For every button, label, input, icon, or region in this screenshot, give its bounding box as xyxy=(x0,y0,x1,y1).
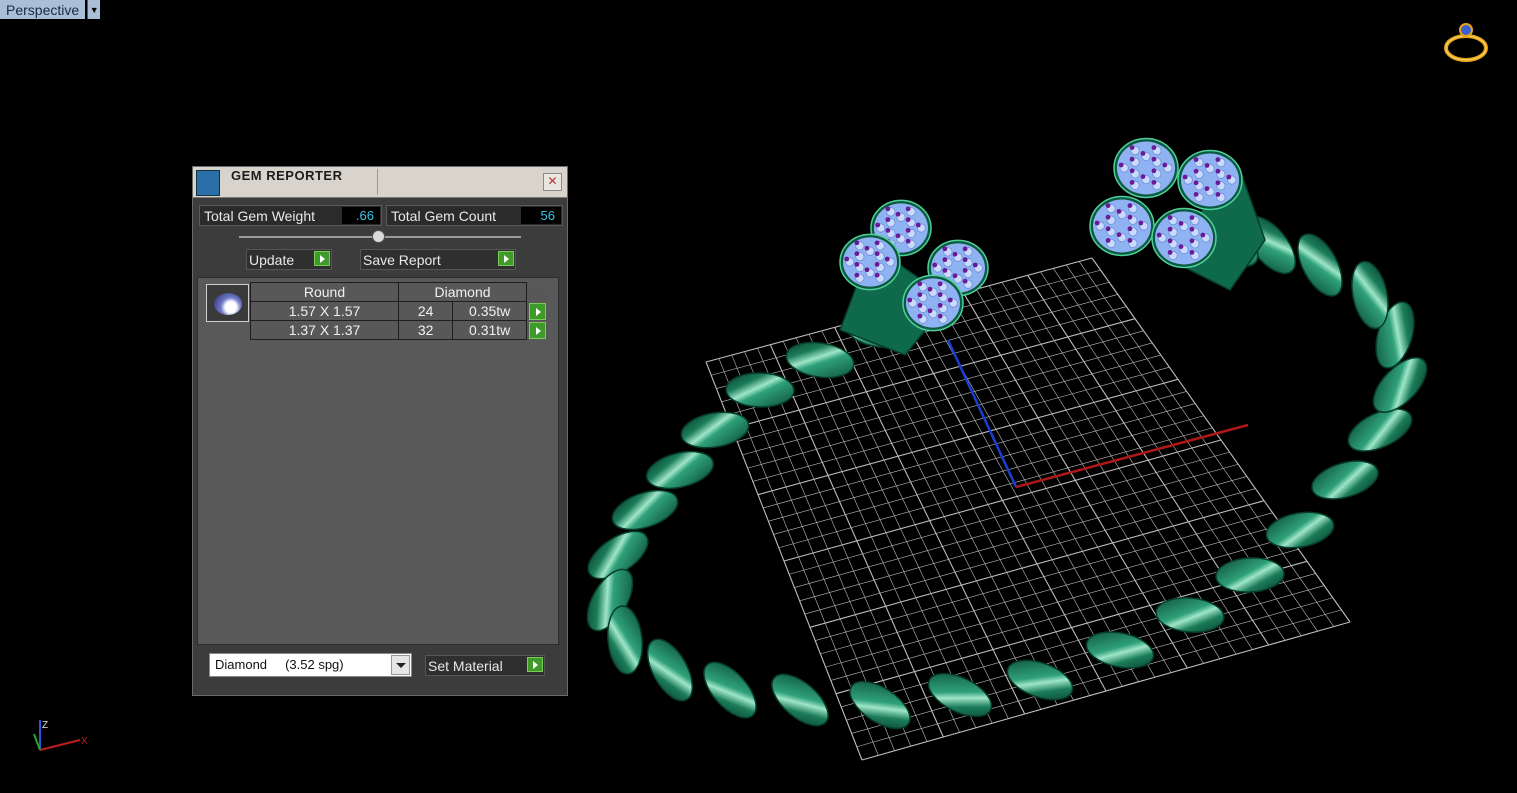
total-gem-count-value: 56 xyxy=(521,207,561,224)
titlebar-divider xyxy=(377,169,378,195)
material-select[interactable]: Diamond (3.52 spg) xyxy=(209,653,412,677)
update-button[interactable]: Update xyxy=(246,249,332,270)
gem-table-header: Round Diamond xyxy=(250,282,548,302)
viewport-label[interactable]: Perspective ▼ xyxy=(0,0,101,19)
update-play-icon[interactable] xyxy=(314,251,330,266)
gem-count: 32 xyxy=(397,320,454,340)
gem-reporter-panel: GEM REPORTER ✕ Total Gem Weight .66 Tota… xyxy=(192,166,568,696)
axis-triad-icon: Z X xyxy=(33,720,88,751)
gem-reporter-app-icon xyxy=(196,170,220,196)
round-diamond-gem-icon[interactable] xyxy=(206,284,249,322)
select-row-play-icon[interactable] xyxy=(529,321,546,339)
gem-weight: 0.31tw xyxy=(452,320,527,340)
gem-count: 24 xyxy=(397,301,454,321)
x-axis-line xyxy=(1015,423,1249,489)
gem-list: Round Diamond 1.57 X 1.57 24 0.35tw 1.37… xyxy=(197,277,559,645)
material-select-value: Diamond (3.52 spg) xyxy=(215,657,344,672)
gem-reporter-title: GEM REPORTER xyxy=(231,168,343,183)
total-gem-weight: Total Gem Weight .66 xyxy=(199,205,382,226)
gem-reporter-titlebar[interactable]: GEM REPORTER ✕ xyxy=(193,167,567,198)
save-report-button[interactable]: Save Report xyxy=(360,249,516,270)
chevron-down-icon[interactable] xyxy=(391,655,410,675)
panel-slider-handle[interactable] xyxy=(372,230,385,243)
close-icon[interactable]: ✕ xyxy=(543,173,562,191)
shape-header: Round xyxy=(250,282,399,302)
ring-logo-icon[interactable] xyxy=(1440,18,1494,68)
gem-size: 1.57 X 1.57 xyxy=(250,301,399,321)
total-gem-count: Total Gem Count 56 xyxy=(386,205,563,226)
save-report-button-label: Save Report xyxy=(363,251,441,268)
save-report-play-icon[interactable] xyxy=(498,251,514,266)
gem-size: 1.37 X 1.37 xyxy=(250,320,399,340)
select-row-play-icon[interactable] xyxy=(529,302,546,320)
total-gem-count-label: Total Gem Count xyxy=(391,207,497,224)
viewport-name[interactable]: Perspective xyxy=(0,0,86,19)
material-header: Diamond xyxy=(398,282,527,302)
update-button-label: Update xyxy=(249,251,295,268)
gem-table: Round Diamond 1.57 X 1.57 24 0.35tw 1.37… xyxy=(250,282,548,340)
gem-weight: 0.35tw xyxy=(452,301,527,321)
set-material-button-label: Set Material xyxy=(428,657,503,674)
axis-x-label: X xyxy=(81,736,88,747)
gem-row[interactable]: 1.37 X 1.37 32 0.31tw xyxy=(250,320,548,340)
rope-ring-model[interactable] xyxy=(578,168,1436,738)
axis-z-label: Z xyxy=(42,720,48,731)
total-gem-weight-value: .66 xyxy=(342,207,380,224)
gem-row[interactable]: 1.57 X 1.57 24 0.35tw xyxy=(250,301,548,321)
total-gem-weight-label: Total Gem Weight xyxy=(204,207,316,224)
set-material-play-icon[interactable] xyxy=(527,657,543,672)
y-axis-line xyxy=(946,339,1018,488)
viewport-menu-chevron-down-icon[interactable]: ▼ xyxy=(87,0,101,19)
set-material-button[interactable]: Set Material xyxy=(425,655,545,676)
